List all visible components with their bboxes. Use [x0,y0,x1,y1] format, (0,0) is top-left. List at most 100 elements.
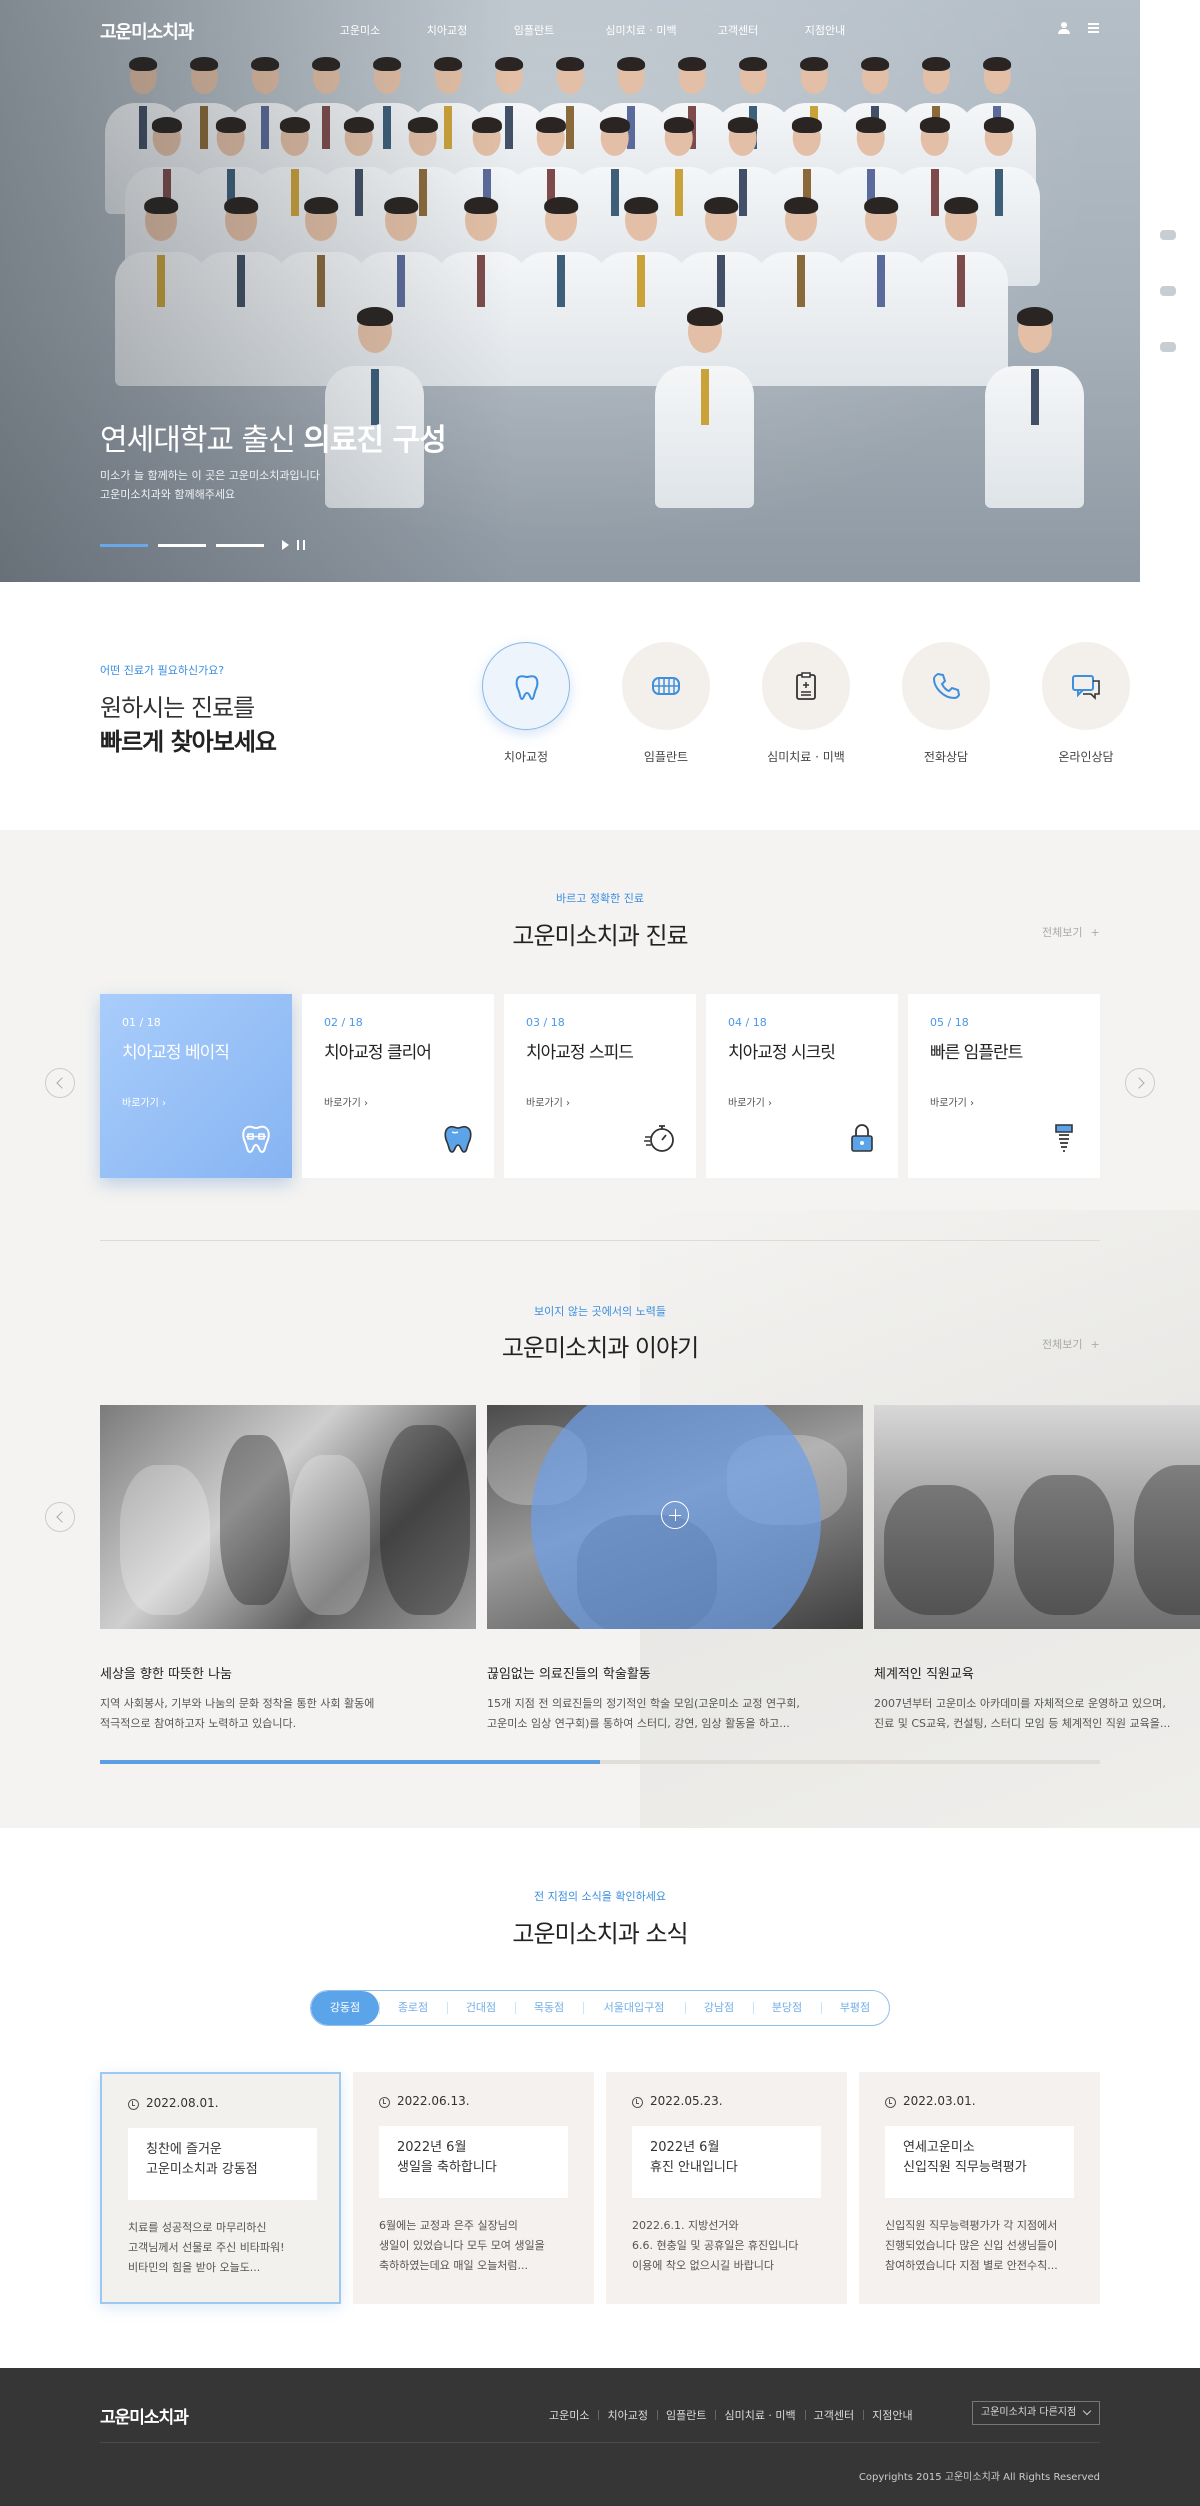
treatment-card[interactable]: 01 / 18 치아교정 베이직 바로가기 › [100,994,292,1178]
news-headline: 칭찬에 즐거운 고운미소치과 강동점 [128,2128,317,2200]
news-summary-line: 참여하였습니다 지점 별로 안전수칙... [885,2259,1058,2272]
clipboard-icon [796,672,816,700]
footer-link[interactable]: 고객센터 [804,2407,863,2423]
branch-select[interactable]: 고운미소치과 다른지점 [972,2401,1100,2425]
story-title: 체계적인 직원교육 [874,1667,974,1682]
news-card[interactable]: 2022.08.01. 칭찬에 즐거운 고운미소치과 강동점 치료를 성공적으로… [100,2072,341,2304]
nav-item-branches[interactable]: 지점안내 [795,22,855,38]
news-summary: 신입직원 직무능력평가가 각 지점에서 진행되었습니다 많은 신입 선생님들이 … [885,2216,1085,2276]
tab-konkuk[interactable]: 건대점 [447,1991,515,2025]
news-card[interactable]: 2022.05.23. 2022년 6월 휴진 안내입니다 2022.6.1. … [606,2072,847,2304]
hero-banner: 고운미소치과 고운미소 치아교정 임플란트 심미치료 · 미백 고객센터 지점안… [0,0,1140,582]
stories-scrollbar[interactable] [100,1760,1100,1764]
quick-item-online[interactable]: 온라인상담 [1016,642,1156,765]
treatment-card[interactable]: 02 / 18 치아교정 클리어 바로가기 › [302,994,494,1178]
story-item[interactable]: 체계적인 직원교육 2007년부터 고운미소 아카데미를 자체적으로 운영하고 … [874,1405,1200,1734]
news-headline: 연세고운미소 신입직원 직무능력평가 [885,2126,1074,2198]
news-date: 2022.03.01. [903,2094,976,2108]
news-summary-line: 2022.6.1. 지방선거와 [632,2219,739,2232]
slide-indicator-1[interactable] [100,543,148,547]
tooth-icon [515,675,539,701]
treatment-card[interactable]: 03 / 18 치아교정 스피드 바로가기 › [504,994,696,1178]
tab-snu-station[interactable]: 서울대입구점 [583,1991,685,2025]
nav-item-gounmiso[interactable]: 고운미소 [330,22,390,38]
quick-item-label: 치아교정 [503,750,549,764]
nav-item-customer-center[interactable]: 고객센터 [708,22,768,38]
treatment-card[interactable]: 05 / 18 빠른 임플란트 바로가기 › [908,994,1100,1178]
card-link-label: 바로가기 [930,1098,967,1109]
quick-item-orthodontics[interactable]: 치아교정 [456,642,596,765]
quick-item-aesthetic[interactable]: 심미치료 · 미백 [736,642,876,765]
clock-icon [379,2097,390,2108]
footer-link[interactable]: 고운미소 [540,2407,598,2423]
quick-item-implant[interactable]: 임플란트 [596,642,736,765]
footer-logo[interactable]: 고운미소치과 [100,2403,189,2428]
story-item[interactable]: 세상을 향한 따뜻한 나눔 지역 사회봉사, 기부와 나눔의 문화 정착을 통한… [100,1405,476,1734]
stories-more-link[interactable]: 전체보기 + [1034,1336,1100,1352]
footer-divider [100,2442,1100,2443]
hamburger-menu-icon[interactable] [1088,23,1099,33]
stories-scrollbar-fill[interactable] [100,1760,600,1764]
youtube-icon[interactable] [1160,342,1176,352]
quick-circle [482,642,570,730]
blog-icon[interactable] [1160,286,1176,296]
footer-link[interactable]: 임플란트 [656,2407,715,2423]
card-title: 치아교정 스피드 [526,1043,634,1063]
card-link[interactable]: 바로가기 › [324,1094,368,1109]
news-summary-line: 비타민의 힘을 받아 오늘도... [128,2261,261,2274]
tab-bundang[interactable]: 분당점 [753,1991,821,2025]
news-headline-line: 2022년 6월 [650,2140,720,2155]
hero-title-regular: 연세대학교 출신 [100,423,304,458]
footer-link[interactable]: 치아교정 [598,2407,656,2423]
story-desc-line: 지역 사회봉사, 기부와 나눔의 문화 정착을 통한 사회 활동에 [100,1697,375,1710]
footer-link[interactable]: 심미치료 · 미백 [715,2407,804,2423]
story-item[interactable]: 끊임없는 의료진들의 학술활동 15개 지점 전 의료진들의 정기적인 학술 모… [487,1405,863,1734]
card-title: 치아교정 베이직 [122,1043,230,1063]
news-card[interactable]: 2022.06.13. 2022년 6월 생일을 축하합니다 6월에는 교정과 … [353,2072,594,2304]
play-icon[interactable] [282,540,289,550]
story-list: 세상을 향한 따뜻한 나눔 지역 사회봉사, 기부와 나눔의 문화 정착을 통한… [100,1405,1200,1734]
treatments-next-button[interactable] [1125,1068,1155,1098]
treatments-prev-button[interactable] [45,1068,75,1098]
quick-title-line1: 원하시는 진료를 [100,694,255,722]
card-link-label: 바로가기 [526,1098,563,1109]
tab-bupyeong[interactable]: 부평점 [821,1991,889,2025]
card-link[interactable]: 바로가기 › [526,1094,570,1109]
treatment-card[interactable]: 04 / 18 치아교정 시크릿 바로가기 › [706,994,898,1178]
plus-circle-icon[interactable] [661,1501,689,1529]
footer: 고운미소치과 고운미소 치아교정 임플란트 심미치료 · 미백 고객센터 지점안… [0,2368,1200,2506]
tab-gangdong[interactable]: 강동점 [311,1991,379,2025]
news-headline-line: 고운미소치과 강동점 [146,2162,258,2177]
site-logo[interactable]: 고운미소치과 [100,18,194,44]
card-number: 01 / 18 [122,1016,161,1029]
story-title: 세상을 향한 따뜻한 나눔 [100,1667,232,1682]
tab-jongno[interactable]: 종로점 [379,1991,447,2025]
tab-gangnam[interactable]: 강남점 [685,1991,753,2025]
nav-item-aesthetic[interactable]: 심미치료 · 미백 [591,22,691,38]
nav-item-implant[interactable]: 임플란트 [504,22,564,38]
talk-icon[interactable] [1160,230,1176,240]
tab-mokdong[interactable]: 목동점 [515,1991,583,2025]
news-section: 전 지점의 소식을 확인하세요 고운미소치과 소식 강동점 종로점 건대점 목동… [0,1828,1200,2368]
stories-prev-button[interactable] [45,1502,75,1532]
card-number: 04 / 18 [728,1016,767,1029]
chevron-down-icon [1082,2406,1092,2416]
quick-item-phone[interactable]: 전화상담 [876,642,1016,765]
quick-item-label: 전화상담 [923,750,969,764]
user-icon[interactable] [1058,22,1070,34]
footer-link[interactable]: 지점안내 [863,2407,921,2423]
quick-item-label: 심미치료 · 미백 [767,750,845,764]
card-link[interactable]: 바로가기 › [122,1094,166,1109]
slide-indicator-2[interactable] [158,543,206,547]
card-link[interactable]: 바로가기 › [728,1094,772,1109]
treatments-more-link[interactable]: 전체보기 + [1034,924,1100,940]
more-label: 전체보기 [1042,1338,1083,1351]
nav-item-orthodontics[interactable]: 치아교정 [417,22,477,38]
pause-icon[interactable] [297,540,305,550]
slide-indicator-3[interactable] [216,543,264,547]
main-menu: 고운미소 치아교정 임플란트 심미치료 · 미백 고객센터 지점안내 [330,22,855,38]
implant-teeth-icon [652,677,680,695]
card-link[interactable]: 바로가기 › [930,1094,974,1109]
news-eyebrow: 전 지점의 소식을 확인하세요 [534,1890,666,1903]
news-card[interactable]: 2022.03.01. 연세고운미소 신입직원 직무능력평가 신입직원 직무능력… [859,2072,1100,2304]
